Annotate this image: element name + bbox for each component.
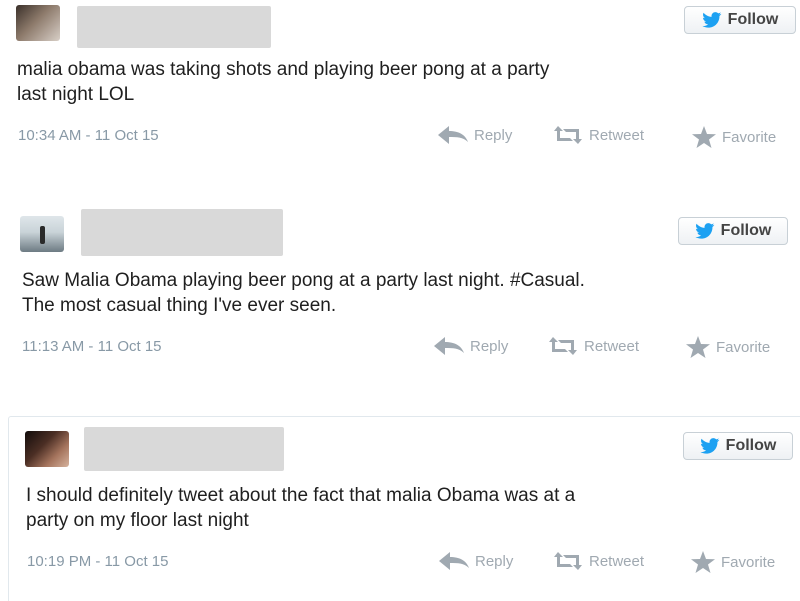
favorite-label: Favorite xyxy=(716,338,771,356)
reply-button[interactable]: Reply xyxy=(439,552,513,570)
tweet-text-line: The most casual thing I've ever seen. xyxy=(22,295,337,316)
reply-button[interactable]: Reply xyxy=(434,337,508,355)
tweet-timestamp[interactable]: 11:13 AM - 11 Oct 15 xyxy=(22,338,162,355)
tweet-text-line: last night LOL xyxy=(17,84,135,105)
retweet-icon xyxy=(553,552,583,570)
tweet-card: Follow malia obama was taking shots and … xyxy=(0,0,800,170)
reply-label: Reply xyxy=(475,552,514,570)
follow-button[interactable]: Follow xyxy=(678,217,788,245)
reply-arrow-icon xyxy=(434,337,464,355)
reply-label: Reply xyxy=(474,126,513,144)
favorite-label: Favorite xyxy=(721,553,776,571)
tweet-timestamp[interactable]: 10:19 PM - 11 Oct 15 xyxy=(27,553,168,570)
retweet-label: Retweet xyxy=(584,337,640,355)
reply-button[interactable]: Reply xyxy=(438,126,512,144)
redacted-username xyxy=(81,209,283,256)
redacted-username xyxy=(77,6,271,48)
retweet-button[interactable]: Retweet xyxy=(553,552,644,570)
tweet-timestamp[interactable]: 10:34 AM - 11 Oct 15 xyxy=(18,127,159,144)
avatar[interactable] xyxy=(25,431,69,467)
retweet-icon xyxy=(548,337,578,355)
retweet-icon xyxy=(553,126,583,144)
retweet-label: Retweet xyxy=(589,126,645,144)
avatar[interactable] xyxy=(16,5,60,41)
twitter-bird-icon xyxy=(694,223,715,239)
favorite-button[interactable]: Favorite xyxy=(692,126,776,148)
reply-arrow-icon xyxy=(438,126,468,144)
tweet-text: Saw Malia Obama playing beer pong at a p… xyxy=(22,268,792,318)
retweet-label: Retweet xyxy=(589,552,645,570)
star-icon xyxy=(692,126,716,148)
avatar[interactable] xyxy=(20,216,64,252)
avatar-figure xyxy=(40,226,45,244)
tweet-card: Follow I should definitely tweet about t… xyxy=(8,416,800,601)
follow-button[interactable]: Follow xyxy=(684,6,796,34)
favorite-label: Favorite xyxy=(722,128,777,146)
redacted-username xyxy=(84,427,284,471)
follow-label: Follow xyxy=(725,437,777,454)
twitter-bird-icon xyxy=(701,12,722,28)
tweet-text-line: party on my floor last night xyxy=(26,510,249,531)
retweet-button[interactable]: Retweet xyxy=(553,126,644,144)
reply-label: Reply xyxy=(470,337,509,355)
tweet-text: I should definitely tweet about the fact… xyxy=(26,483,796,533)
follow-label: Follow xyxy=(727,11,779,28)
star-icon xyxy=(691,551,715,573)
follow-button[interactable]: Follow xyxy=(683,432,793,460)
follow-label: Follow xyxy=(720,222,772,239)
retweet-button[interactable]: Retweet xyxy=(548,337,639,355)
reply-arrow-icon xyxy=(439,552,469,570)
favorite-button[interactable]: Favorite xyxy=(691,551,775,573)
favorite-button[interactable]: Favorite xyxy=(686,336,770,358)
twitter-bird-icon xyxy=(699,438,720,454)
tweet-text-line: malia obama was taking shots and playing… xyxy=(17,59,550,80)
tweet-text-line: I should definitely tweet about the fact… xyxy=(26,485,576,506)
tweet-text: malia obama was taking shots and playing… xyxy=(17,57,787,107)
tweet-text-line: Saw Malia Obama playing beer pong at a p… xyxy=(22,270,585,291)
star-icon xyxy=(686,336,710,358)
